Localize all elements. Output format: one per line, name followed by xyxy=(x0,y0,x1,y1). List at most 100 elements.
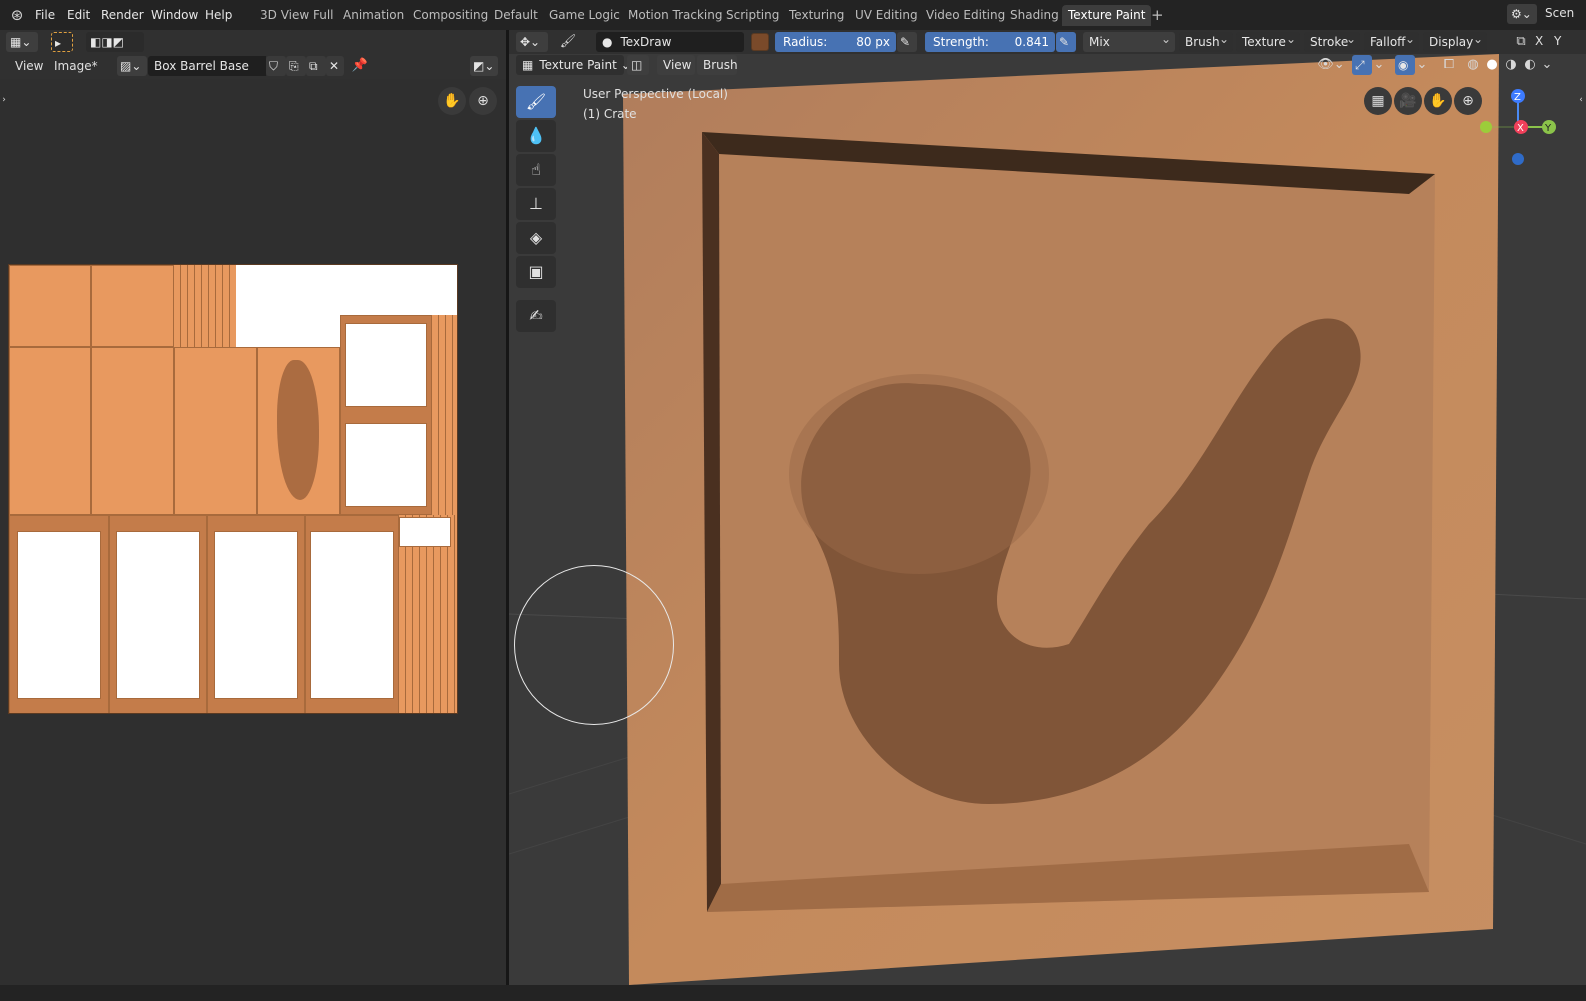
blender-logo-icon[interactable]: ⊛ xyxy=(8,5,26,25)
mode-icon: ▦ xyxy=(522,58,534,72)
blend-mode-dropdown[interactable]: Mix xyxy=(1083,29,1175,52)
visibility-icon[interactable]: 👁⌄ xyxy=(1317,55,1345,75)
brush-icon[interactable]: 🖌 xyxy=(557,32,579,52)
sidebar-expand-icon[interactable]: › xyxy=(0,90,8,110)
brush-name: TexDraw xyxy=(620,35,672,49)
fill-tool-icon[interactable]: ◈ xyxy=(516,222,556,254)
gizmo-neg-y-axis[interactable] xyxy=(1480,121,1492,133)
annotate-tool-icon[interactable]: ✍ xyxy=(516,300,556,332)
top-bar: ⊛ File Edit Render Window Help 3D View F… xyxy=(0,0,1586,30)
menu-window[interactable]: Window xyxy=(151,6,198,24)
wireframe-shading-icon[interactable]: ◍ xyxy=(1464,55,1482,75)
viewport-editor-type-icon[interactable]: ✥⌄ xyxy=(516,32,548,52)
select-tool-icon[interactable]: ▸ xyxy=(51,32,73,52)
viewport-zoom-icon[interactable]: ⊕ xyxy=(1454,87,1482,115)
smear-tool-icon[interactable]: ☝ xyxy=(516,154,556,186)
select-mode-icon[interactable]: ◧◨◩ xyxy=(86,32,144,52)
tab-3d-view-full[interactable]: 3D View Full xyxy=(254,5,340,26)
texture-slots-icon[interactable]: ◫ xyxy=(627,55,649,75)
tab-animation[interactable]: Animation xyxy=(337,5,410,26)
mode-dropdown[interactable]: ▦ Texture Paint ⌄ xyxy=(516,55,631,75)
falloff-dropdown[interactable]: Falloff xyxy=(1364,29,1419,52)
unlink-image-icon[interactable]: ✕ xyxy=(326,56,344,76)
uv-face xyxy=(9,265,91,347)
tab-texturing[interactable]: Texturing xyxy=(783,5,850,26)
brush-color-swatch[interactable] xyxy=(751,33,769,51)
viewport-view-menu[interactable]: View xyxy=(657,55,695,75)
zoom-icon[interactable]: ⊕ xyxy=(469,87,497,115)
gizmo-y-label: Y xyxy=(1544,123,1552,134)
tab-uv-editing[interactable]: UV Editing xyxy=(849,5,924,26)
image-editor-subheader: View Image* ▨⌄ Box Barrel Base ⛉ ⎘ ⧉ ✕ 📌… xyxy=(0,54,506,79)
grid-view-icon[interactable]: ▦ xyxy=(1364,87,1392,115)
menu-help[interactable]: Help xyxy=(205,6,232,24)
tab-video-editing[interactable]: Video Editing xyxy=(920,5,1011,26)
tab-texture-paint[interactable]: Texture Paint xyxy=(1062,5,1152,26)
navigation-gizmo[interactable]: Z Y X xyxy=(1480,88,1560,168)
crate-mesh[interactable] xyxy=(509,54,1586,985)
camera-view-icon[interactable]: 🎥 xyxy=(1394,87,1422,115)
image-menu[interactable]: Image* xyxy=(54,59,98,73)
rendered-shading-icon[interactable]: ◐ xyxy=(1521,55,1539,75)
perspective-label: User Perspective (Local) xyxy=(583,87,728,101)
tab-shading[interactable]: Shading xyxy=(1004,5,1065,26)
image-browse-icon[interactable]: ▨⌄ xyxy=(117,56,147,76)
clone-tool-icon[interactable]: ⊥ xyxy=(516,188,556,220)
overlays-dropdown-icon[interactable]: ⌄ xyxy=(1416,55,1428,75)
pin-icon[interactable]: 📌 xyxy=(350,56,370,76)
image-name-field[interactable]: Box Barrel Base xyxy=(148,56,266,76)
draw-tool-icon[interactable]: 🖌 xyxy=(516,86,556,118)
pan-hand-icon[interactable]: ✋ xyxy=(438,87,466,115)
tab-default[interactable]: Default xyxy=(488,5,544,26)
image-view-menu[interactable]: View xyxy=(15,59,43,73)
overlays-toggle-icon[interactable]: ◉ xyxy=(1395,55,1415,75)
paint-stroke-faded xyxy=(789,374,1049,574)
display-channels-icon[interactable]: ◩⌄ xyxy=(470,56,498,76)
brush-cursor xyxy=(514,565,674,725)
n-panel-expand-icon[interactable]: ‹ xyxy=(1576,90,1586,110)
xray-icon[interactable]: ⧠ xyxy=(1439,55,1459,75)
strength-slider[interactable]: Strength: 0.841 xyxy=(925,32,1055,52)
brush-name-field[interactable]: ● TexDraw xyxy=(596,32,744,52)
viewport-subheader: ▦ Texture Paint ⌄ ◫ View Brush 👁⌄ ⤢ ⌄ ◉ ⌄ … xyxy=(509,54,1586,76)
menu-file[interactable]: File xyxy=(35,6,55,24)
menu-edit[interactable]: Edit xyxy=(67,6,90,24)
scene-name[interactable]: Scen xyxy=(1545,6,1574,20)
scene-selector-icon[interactable]: ⚙⌄ xyxy=(1507,4,1537,24)
image-editor-header: ▦⌄ ▸ ◧◨◩ xyxy=(0,30,506,54)
material-shading-icon[interactable]: ◑ xyxy=(1502,55,1520,75)
viewport-header: ✥⌄ 🖌 ● TexDraw Radius: 80 px ✎ Strength: … xyxy=(509,29,1586,54)
tab-game-logic[interactable]: Game Logic xyxy=(543,5,626,26)
strength-value: 0.841 xyxy=(1014,35,1049,49)
display-dropdown[interactable]: Display xyxy=(1423,29,1487,52)
stroke-dropdown[interactable]: Stroke xyxy=(1304,29,1360,52)
gizmo-toggle-icon[interactable]: ⤢ xyxy=(1352,55,1372,75)
strength-pressure-icon[interactable]: ✎ xyxy=(1056,32,1076,52)
tab-compositing[interactable]: Compositing xyxy=(407,5,494,26)
radius-pressure-icon[interactable]: ✎ xyxy=(897,32,917,52)
gizmo-neg-z-axis[interactable] xyxy=(1512,153,1524,165)
shading-dropdown-icon[interactable]: ⌄ xyxy=(1541,55,1553,75)
solid-shading-icon[interactable]: ● xyxy=(1483,55,1501,75)
symmetry-x[interactable]: X xyxy=(1535,34,1543,48)
gizmo-dropdown-icon[interactable]: ⌄ xyxy=(1373,55,1385,75)
symmetry-y[interactable]: Y xyxy=(1554,34,1561,48)
symmetry-icon[interactable]: ⧉ xyxy=(1512,32,1530,52)
add-workspace-button[interactable]: + xyxy=(1145,5,1170,26)
uv-texture-canvas[interactable] xyxy=(8,264,458,714)
new-image-icon[interactable]: ⎘ xyxy=(286,56,306,76)
menu-render[interactable]: Render xyxy=(101,6,144,24)
editor-type-icon[interactable]: ▦⌄ xyxy=(6,32,38,52)
fake-user-icon[interactable]: ⛉ xyxy=(266,56,286,76)
texture-dropdown[interactable]: Texture xyxy=(1236,29,1300,52)
tab-scripting[interactable]: Scripting xyxy=(720,5,785,26)
radius-value: 80 px xyxy=(856,35,890,49)
mask-tool-icon[interactable]: ▣ xyxy=(516,256,556,288)
radius-slider[interactable]: Radius: 80 px xyxy=(775,32,896,52)
tab-motion-tracking[interactable]: Motion Tracking xyxy=(622,5,728,26)
open-image-icon[interactable]: ⧉ xyxy=(306,56,326,76)
viewport-pan-hand-icon[interactable]: ✋ xyxy=(1424,87,1452,115)
viewport-brush-menu[interactable]: Brush xyxy=(697,55,738,75)
brush-dropdown[interactable]: Brush xyxy=(1179,29,1233,52)
soften-tool-icon[interactable]: 💧 xyxy=(516,120,556,152)
